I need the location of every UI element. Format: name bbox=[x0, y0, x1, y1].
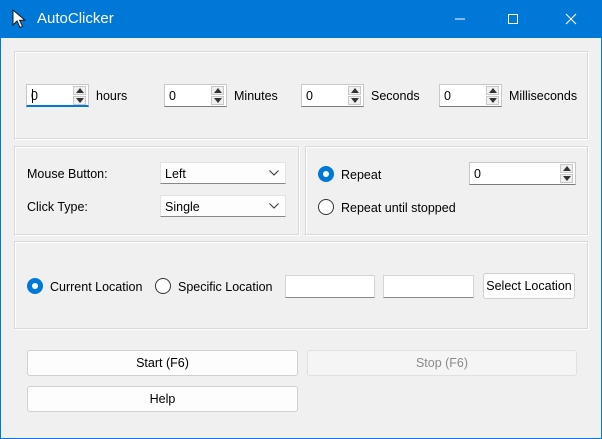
title-bar[interactable]: AutoClicker bbox=[1, 0, 601, 38]
repeat-count-spinner[interactable] bbox=[560, 164, 573, 183]
spin-down-icon[interactable] bbox=[211, 96, 224, 105]
repeat-until-stopped-radio[interactable] bbox=[318, 199, 334, 215]
spin-up-icon[interactable] bbox=[560, 164, 573, 173]
minimize-icon bbox=[455, 18, 465, 20]
minutes-label: Minutes bbox=[234, 89, 278, 103]
spin-up-icon[interactable] bbox=[348, 86, 361, 95]
start-button[interactable]: Start (F6) bbox=[27, 350, 298, 376]
maximize-button[interactable] bbox=[490, 0, 536, 38]
milliseconds-input[interactable]: 0 bbox=[439, 84, 502, 107]
spin-up-icon[interactable] bbox=[73, 86, 86, 95]
spin-down-icon[interactable] bbox=[486, 96, 499, 105]
help-button[interactable]: Help bbox=[27, 386, 298, 412]
click-options-group bbox=[14, 146, 299, 235]
minutes-spinner[interactable] bbox=[211, 86, 224, 105]
close-icon bbox=[565, 13, 577, 25]
seconds-spinner[interactable] bbox=[348, 86, 361, 105]
window-title: AutoClicker bbox=[37, 10, 114, 27]
seconds-input[interactable]: 0 bbox=[301, 84, 364, 107]
repeat-group bbox=[305, 146, 588, 235]
spin-down-icon[interactable] bbox=[73, 96, 86, 105]
spin-up-icon[interactable] bbox=[211, 86, 224, 95]
minimize-button[interactable] bbox=[437, 0, 483, 38]
milliseconds-label: Milliseconds bbox=[509, 89, 578, 103]
click-type-select[interactable]: Single bbox=[160, 195, 286, 217]
mouse-button-label: Mouse Button: bbox=[27, 167, 108, 181]
specific-location-radio[interactable] bbox=[155, 278, 171, 294]
current-location-radio[interactable] bbox=[27, 278, 43, 294]
stop-button[interactable]: Stop (F6) bbox=[307, 350, 577, 376]
hours-spinner[interactable] bbox=[73, 86, 86, 105]
cursor-arrow-icon bbox=[10, 8, 30, 29]
repeat-count-input[interactable]: 0 bbox=[469, 162, 576, 185]
minutes-input[interactable]: 0 bbox=[164, 84, 227, 107]
current-location-label[interactable]: Current Location bbox=[50, 279, 142, 295]
milliseconds-spinner[interactable] bbox=[486, 86, 499, 105]
seconds-label: Seconds bbox=[371, 89, 420, 103]
hours-input[interactable]: 0 bbox=[26, 84, 89, 107]
repeat-radio[interactable] bbox=[318, 166, 334, 182]
repeat-label[interactable]: Repeat bbox=[341, 167, 381, 183]
select-location-button[interactable]: Select Location bbox=[483, 273, 575, 299]
x-coordinate-input[interactable] bbox=[285, 275, 375, 298]
mouse-button-select[interactable]: Left bbox=[160, 162, 286, 184]
repeat-until-stopped-label[interactable]: Repeat until stopped bbox=[341, 200, 456, 216]
click-type-label: Click Type: bbox=[27, 200, 88, 214]
maximize-icon bbox=[508, 14, 518, 24]
close-button[interactable] bbox=[548, 0, 594, 38]
spin-down-icon[interactable] bbox=[348, 96, 361, 105]
autoclicker-window: AutoClicker 0 hours 0 Minutes 0 Seconds … bbox=[0, 0, 602, 439]
spin-down-icon[interactable] bbox=[560, 174, 573, 183]
text-cursor bbox=[32, 89, 33, 103]
y-coordinate-input[interactable] bbox=[383, 275, 474, 298]
spin-up-icon[interactable] bbox=[486, 86, 499, 95]
chevron-down-icon bbox=[269, 203, 279, 209]
hours-label: hours bbox=[96, 89, 128, 103]
chevron-down-icon bbox=[269, 170, 279, 176]
specific-location-label[interactable]: Specific Location bbox=[178, 279, 273, 295]
